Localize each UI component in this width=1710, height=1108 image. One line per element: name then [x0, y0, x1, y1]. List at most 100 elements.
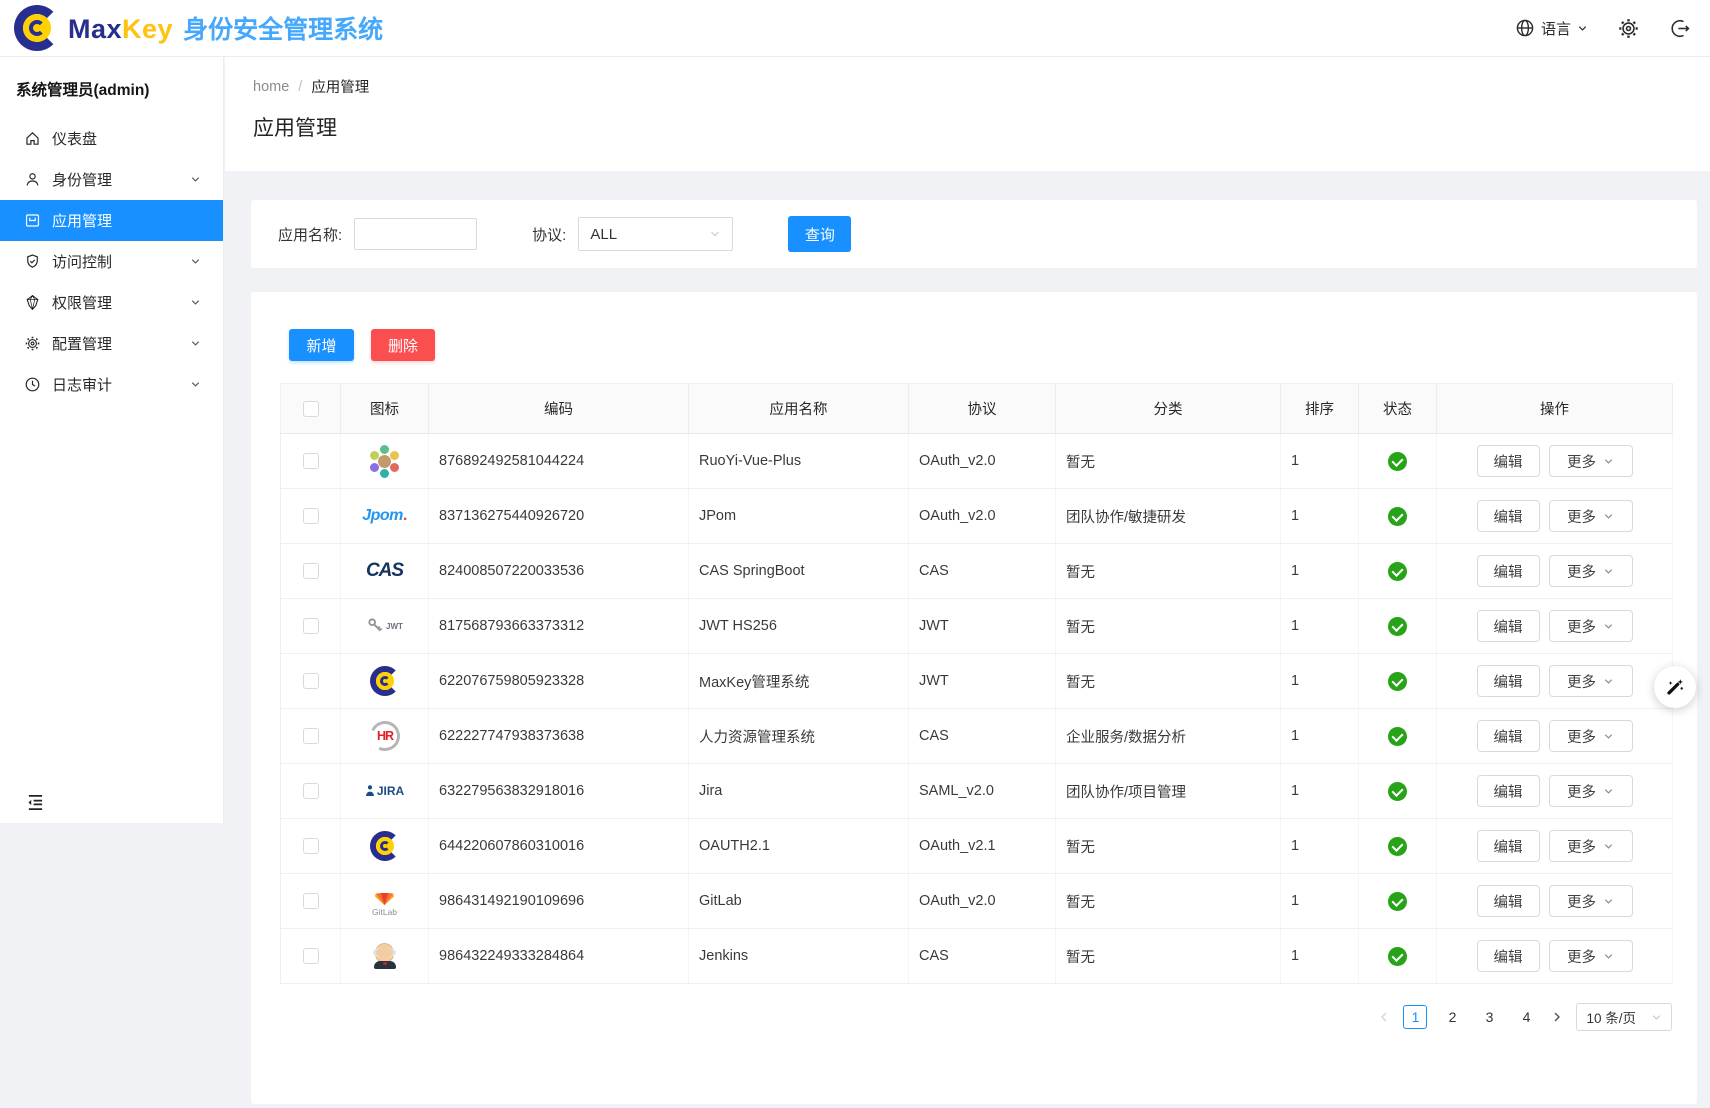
row-checkbox[interactable]	[303, 728, 319, 744]
more-button[interactable]: 更多	[1549, 940, 1633, 972]
edit-button[interactable]: 编辑	[1477, 665, 1540, 697]
chevron-down-icon	[190, 338, 201, 349]
globe-icon	[1515, 18, 1535, 38]
edit-button[interactable]: 编辑	[1477, 885, 1540, 917]
gem-icon	[24, 294, 52, 311]
chevron-down-icon	[1603, 456, 1614, 467]
edit-button[interactable]: 编辑	[1477, 720, 1540, 752]
sidebar-item-access[interactable]: 访问控制	[0, 241, 223, 282]
protocol-select[interactable]: ALL	[578, 217, 733, 251]
search-button[interactable]: 查询	[788, 216, 851, 252]
app-category-cell: 暂无	[1056, 874, 1281, 929]
more-button[interactable]: 更多	[1549, 665, 1633, 697]
add-button[interactable]: 新增	[289, 329, 354, 361]
sidebar-item-dashboard[interactable]: 仪表盘	[0, 118, 223, 159]
row-checkbox[interactable]	[303, 838, 319, 854]
more-button[interactable]: 更多	[1549, 555, 1633, 587]
more-button[interactable]: 更多	[1549, 610, 1633, 642]
logo-inner-c	[29, 20, 45, 36]
row-checkbox[interactable]	[303, 948, 319, 964]
clock-icon	[24, 376, 52, 393]
pagination-page-3[interactable]: 3	[1477, 1005, 1501, 1029]
logout-button[interactable]	[1669, 18, 1690, 39]
sidebar-collapse-button[interactable]	[26, 794, 45, 811]
language-switcher[interactable]: 语言	[1515, 18, 1588, 39]
row-checkbox[interactable]	[303, 618, 319, 634]
page-size-value: 10 条/页	[1586, 1007, 1636, 1027]
settings-button[interactable]	[1618, 18, 1639, 39]
jpom-app-icon: Jpom.	[364, 496, 406, 536]
more-button[interactable]: 更多	[1549, 500, 1633, 532]
app-sort-cell: 1	[1281, 434, 1359, 489]
column-header-code: 编码	[429, 384, 689, 434]
more-button[interactable]: 更多	[1549, 720, 1633, 752]
more-button[interactable]: 更多	[1549, 885, 1633, 917]
more-button[interactable]: 更多	[1549, 830, 1633, 862]
pagination-page-1[interactable]: 1	[1403, 1005, 1427, 1029]
sidebar-item-audit[interactable]: 日志审计	[0, 364, 223, 405]
chevron-down-icon	[1603, 566, 1614, 577]
chevron-down-icon	[1603, 896, 1614, 907]
app-code-cell: 817568793663373312	[429, 599, 689, 654]
gear-icon	[24, 335, 52, 352]
sidebar: 系统管理员(admin) 仪表盘身份管理应用管理访问控制权限管理配置管理日志审计	[0, 57, 224, 823]
column-header-sort: 排序	[1281, 384, 1359, 434]
app-category-cell: 企业服务/数据分析	[1056, 709, 1281, 764]
chevron-down-icon	[1603, 841, 1614, 852]
app-code-cell: 644220607860310016	[429, 819, 689, 874]
app-category-cell: 暂无	[1056, 929, 1281, 984]
app-sort-cell: 1	[1281, 709, 1359, 764]
app-sort-cell: 1	[1281, 764, 1359, 819]
sidebar-item-label: 应用管理	[52, 210, 112, 231]
gitlab-app-icon: GitLab	[364, 881, 406, 921]
edit-button[interactable]: 编辑	[1477, 445, 1540, 477]
sidebar-item-label: 配置管理	[52, 333, 112, 354]
sidebar-item-identity[interactable]: 身份管理	[0, 159, 223, 200]
pagination-page-4[interactable]: 4	[1514, 1005, 1538, 1029]
select-all-checkbox[interactable]	[303, 401, 319, 417]
row-checkbox[interactable]	[303, 453, 319, 469]
sidebar-item-config[interactable]: 配置管理	[0, 323, 223, 364]
jira-app-icon: JIRA	[364, 771, 406, 811]
pagination-prev-button[interactable]	[1378, 1011, 1390, 1023]
pagination-next-button[interactable]	[1551, 1011, 1563, 1023]
chevron-down-icon	[709, 228, 721, 240]
pagination-page-2[interactable]: 2	[1440, 1005, 1464, 1029]
chevron-down-icon	[1603, 621, 1614, 632]
page-size-select[interactable]: 10 条/页	[1576, 1003, 1672, 1031]
edit-button[interactable]: 编辑	[1477, 775, 1540, 807]
floating-assistant-button[interactable]	[1654, 666, 1696, 708]
row-checkbox[interactable]	[303, 673, 319, 689]
sidebar-item-permission[interactable]: 权限管理	[0, 282, 223, 323]
edit-button[interactable]: 编辑	[1477, 940, 1540, 972]
app-category-cell: 暂无	[1056, 434, 1281, 489]
sidebar-item-apps[interactable]: 应用管理	[0, 200, 223, 241]
edit-button[interactable]: 编辑	[1477, 555, 1540, 587]
more-button[interactable]: 更多	[1549, 775, 1633, 807]
edit-button[interactable]: 编辑	[1477, 610, 1540, 642]
row-checkbox[interactable]	[303, 893, 319, 909]
row-checkbox[interactable]	[303, 508, 319, 524]
gear-icon	[1618, 18, 1639, 39]
chevron-down-icon	[1577, 23, 1588, 34]
breadcrumb-home-link[interactable]: home	[253, 79, 289, 95]
app-sort-cell: 1	[1281, 819, 1359, 874]
breadcrumb: home / 应用管理	[253, 76, 1710, 97]
jenkins-app-icon	[364, 936, 406, 976]
row-checkbox[interactable]	[303, 563, 319, 579]
app-category-cell: 团队协作/敏捷研发	[1056, 489, 1281, 544]
status-enabled-icon	[1388, 507, 1407, 526]
home-icon	[24, 130, 52, 147]
more-button[interactable]: 更多	[1549, 445, 1633, 477]
app-protocol-cell: OAuth_v2.0	[909, 434, 1056, 489]
edit-button[interactable]: 编辑	[1477, 500, 1540, 532]
row-checkbox[interactable]	[303, 783, 319, 799]
app-name-input[interactable]	[354, 218, 477, 250]
app-code-cell: 986431492190109696	[429, 874, 689, 929]
logout-icon	[1669, 18, 1690, 39]
column-header-name: 应用名称	[689, 384, 909, 434]
delete-button[interactable]: 删除	[371, 329, 435, 361]
edit-button[interactable]: 编辑	[1477, 830, 1540, 862]
chevron-right-icon	[1551, 1011, 1563, 1023]
app-category-cell: 暂无	[1056, 654, 1281, 709]
